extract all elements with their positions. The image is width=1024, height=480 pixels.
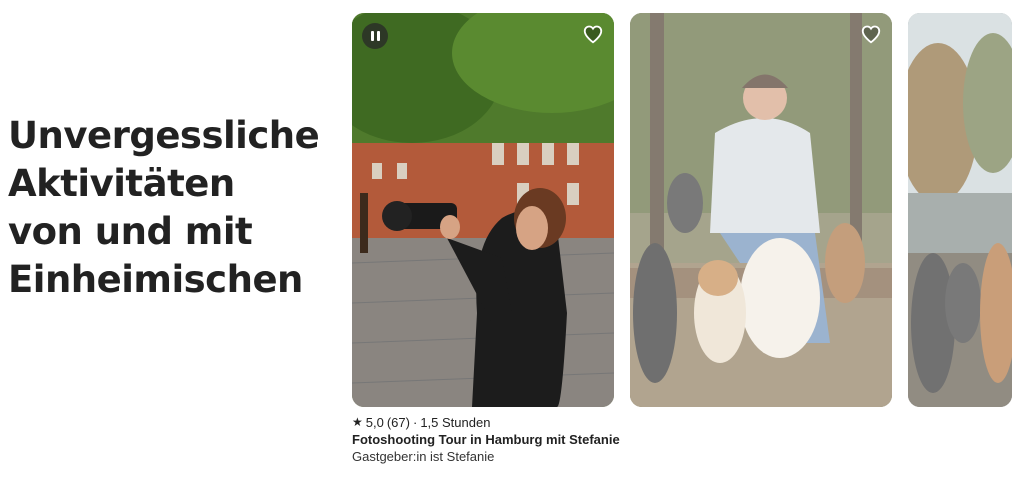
heading-line: Unvergessliche <box>8 114 320 157</box>
host-line: Gastgeber:in ist Stefanie <box>352 449 495 464</box>
experience-card-partial[interactable] <box>908 13 1012 407</box>
experience-image <box>630 13 892 407</box>
pause-icon <box>376 31 380 41</box>
experience-image <box>352 13 614 407</box>
heart-icon[interactable] <box>860 23 882 45</box>
heading-line: Einheimischen <box>8 258 303 301</box>
review-count: (67) <box>386 415 410 430</box>
rating-value: 5,0 <box>365 415 384 430</box>
heart-icon[interactable] <box>582 23 604 45</box>
section-heading: Unvergessliche Aktivitäten von und mit E… <box>8 112 338 304</box>
experience-card-photo-tour[interactable] <box>352 13 614 407</box>
experience-title[interactable]: Fotoshooting Tour in Hamburg mit Stefani… <box>352 431 620 448</box>
pause-icon <box>370 31 374 41</box>
rating-row: ★ 5,0 (67) · 1,5 Stunden <box>352 414 614 431</box>
duration: 1,5 Stunden <box>420 415 491 430</box>
experience-image <box>908 13 1012 407</box>
heading-line: Aktivitäten <box>8 162 235 205</box>
separator: · <box>412 415 418 430</box>
experience-card-details[interactable]: ★ 5,0 (67) · 1,5 Stunden Fotoshooting To… <box>352 414 620 465</box>
heading-line: von und mit <box>8 210 253 253</box>
experience-card-dogs[interactable] <box>630 13 892 407</box>
pause-button[interactable] <box>362 23 388 49</box>
star-icon: ★ <box>352 415 363 429</box>
